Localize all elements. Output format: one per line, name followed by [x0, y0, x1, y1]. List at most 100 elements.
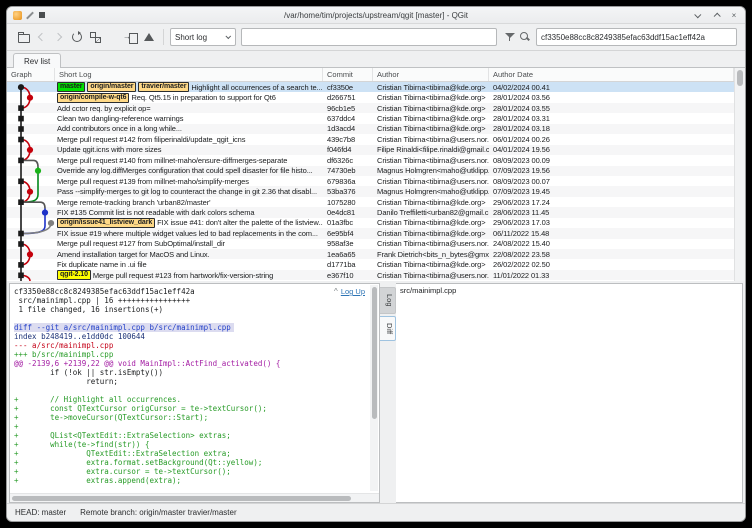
- diff-text[interactable]: cf3350e88cc8c8249385efac63ddf15ac1eff42a…: [10, 284, 379, 493]
- caret-up-icon[interactable]: ^: [334, 287, 338, 296]
- filter-funnel-icon[interactable]: [504, 31, 516, 43]
- commit-sha: 958af3e: [323, 239, 373, 248]
- diff-line: if (!ok || str.isEmpty()): [14, 368, 379, 377]
- commit-author: Cristian Tibirna<tibirna@kde.org>: [373, 93, 489, 102]
- rev-row[interactable]: Merge remote-tracking branch 'urban82/ma…: [7, 197, 745, 207]
- rev-row[interactable]: Merge pull request #140 from millnet-mah…: [7, 155, 745, 165]
- column-header-commit[interactable]: Commit: [323, 68, 373, 81]
- commit-author: Frank Dietrich<bits_n_bytes@gmx...: [373, 250, 489, 259]
- rev-row[interactable]: FIX #135 Commit list is not readable wit…: [7, 207, 745, 217]
- commit-node: [18, 199, 24, 205]
- side-tab-diff[interactable]: Diff: [380, 316, 396, 341]
- rev-row[interactable]: Override any log.diffMerges configuratio…: [7, 166, 745, 176]
- open-repo-button[interactable]: [15, 28, 31, 46]
- commit-author: Cristian Tibirna<tibirna@kde.org>: [373, 229, 489, 238]
- rev-row[interactable]: origin/issue41_listview_darkFIX issue #4…: [7, 218, 745, 228]
- commit-subject: Pass --simplify-merges to git log to cou…: [57, 187, 317, 196]
- tab-rev-list[interactable]: Rev list: [13, 53, 61, 68]
- maximize-button[interactable]: [711, 10, 721, 20]
- commit-date: 07/09/2023 19.45: [489, 187, 745, 196]
- column-header-graph[interactable]: Graph: [7, 68, 55, 81]
- commit-node: [18, 158, 24, 164]
- search-icon[interactable]: [519, 31, 531, 43]
- ref-tag: qgit-2.10: [57, 270, 91, 280]
- ref-tag: travier/master: [138, 82, 189, 92]
- commit-node: [42, 210, 48, 216]
- commit-sha: 0e4dc81: [323, 208, 373, 217]
- rev-row[interactable]: Merge pull request #127 from SubOptimal/…: [7, 239, 745, 249]
- bottom-panels: cf3350e88cc8c8249385efac63ddf15ac1eff42a…: [7, 281, 745, 503]
- diff-hscroll-thumb[interactable]: [12, 496, 351, 501]
- forward-button[interactable]: [51, 28, 67, 46]
- commit-date: 26/02/2022 02.50: [489, 260, 745, 269]
- ref-tag: master: [57, 82, 85, 92]
- commit-date: 24/08/2022 15.40: [489, 239, 745, 248]
- rev-row[interactable]: Update qgit.icns with more sizesf046fd4F…: [7, 145, 745, 155]
- rev-row[interactable]: qgit-2.10Merge pull request #123 from ha…: [7, 270, 745, 280]
- rev-row[interactable]: Clean two dangling-reference warnings637…: [7, 113, 745, 123]
- commit-date: 11/01/2022 01.33: [489, 271, 745, 280]
- commit-node: [18, 231, 24, 237]
- commit-sha: 6e95bf4: [323, 229, 373, 238]
- commit-subject: Merge pull request #139 from millnet-mah…: [57, 177, 249, 186]
- revlist-scrollbar[interactable]: [734, 68, 745, 281]
- edit-button[interactable]: [105, 28, 121, 46]
- column-header-short-log[interactable]: Short Log: [55, 68, 323, 81]
- rev-row[interactable]: origin/compile-w-qt6Req. Qt5.15 in prepa…: [7, 92, 745, 102]
- commit-author: Cristian Tibirna<tibirna@users.nor...: [373, 239, 489, 248]
- rev-row[interactable]: Pass --simplify-merges to git log to cou…: [7, 186, 745, 196]
- commit-author: Magnus Holmgren<maho@utklipp...: [373, 166, 489, 175]
- commit-date: 07/09/2023 19.56: [489, 166, 745, 175]
- rev-row[interactable]: masterorigin/mastertravier/masterHighlig…: [7, 82, 745, 92]
- rev-row[interactable]: Merge pull request #139 from millnet-mah…: [7, 176, 745, 186]
- refresh-button[interactable]: [69, 28, 85, 46]
- diff-vertical-scrollbar[interactable]: [370, 285, 378, 491]
- rev-row[interactable]: Add contributors once in a long while...…: [7, 124, 745, 134]
- diff-line: cf3350e88cc8c8249385efac63ddf15ac1eff42a: [14, 287, 379, 296]
- commit-sha: 01a3fbc: [323, 218, 373, 227]
- commit-sha: e367f10: [323, 271, 373, 280]
- revlist-scrollbar-thumb[interactable]: [737, 70, 743, 86]
- log-up-link[interactable]: Log Up: [341, 287, 365, 296]
- rev-row[interactable]: FIX issue #19 where multiple widget valu…: [7, 228, 745, 238]
- apply-patch-button[interactable]: [123, 28, 139, 46]
- commit-date: 29/06/2023 17.24: [489, 198, 745, 207]
- commit-date: 29/06/2023 17.03: [489, 218, 745, 227]
- column-header-author-date[interactable]: Author Date: [489, 68, 734, 81]
- commit-sha: cf3350e: [323, 83, 373, 92]
- refresh-icon: [71, 31, 83, 43]
- flag-button[interactable]: [141, 28, 157, 46]
- diff-line: + extra.cursor = te->textCursor();: [14, 467, 379, 476]
- side-tab-log[interactable]: Log: [380, 287, 396, 314]
- commit-sha: 679836a: [323, 177, 373, 186]
- rev-row[interactable]: Amend installation target for MacOS and …: [7, 249, 745, 259]
- rev-row[interactable]: Add cctor req. by explicit op=96cb1e5Cri…: [7, 103, 745, 113]
- commit-subject: Merge remote-tracking branch 'urban82/ma…: [57, 198, 210, 207]
- diff-line: src/mainimpl.cpp | 16 ++++++++++++++++: [14, 296, 379, 305]
- view-mode-combobox[interactable]: Short log: [170, 28, 236, 46]
- commit-sha: d1771ba: [323, 260, 373, 269]
- back-button[interactable]: [33, 28, 49, 46]
- commit-node: [18, 273, 24, 279]
- filter-input[interactable]: [241, 28, 497, 46]
- window-title: /var/home/tim/projects/upstream/qgit [ma…: [7, 11, 745, 20]
- commit-subject: FIX issue #41: don't alter the palette o…: [157, 218, 323, 227]
- file-list-item[interactable]: src/mainimpl.cpp: [396, 284, 742, 295]
- sha-input[interactable]: [536, 28, 737, 46]
- column-header-author[interactable]: Author: [373, 68, 489, 81]
- rev-row[interactable]: Merge pull request #142 from filiperinal…: [7, 134, 745, 144]
- commit-node: [27, 95, 33, 101]
- rev-row[interactable]: Fix duplicate name in .ui filed1771baCri…: [7, 259, 745, 269]
- minimize-button[interactable]: [693, 10, 703, 20]
- apply-patch-icon: [125, 31, 137, 43]
- ref-tag: origin/issue41_listview_dark: [57, 218, 155, 228]
- diff-horizontal-scrollbar[interactable]: [10, 493, 379, 502]
- close-button[interactable]: ×: [729, 10, 739, 20]
- commit-sha: df6326c: [323, 156, 373, 165]
- diff-vscroll-thumb[interactable]: [372, 287, 377, 419]
- commit-author: Cristian Tibirna<tibirna@users.nor...: [373, 271, 489, 280]
- commit-subject: Highlight all occurrences of a search te…: [191, 83, 322, 92]
- tree-view-button[interactable]: [87, 28, 103, 46]
- commit-node: [27, 189, 33, 195]
- commit-author: Cristian Tibirna<tibirna@users.nor...: [373, 135, 489, 144]
